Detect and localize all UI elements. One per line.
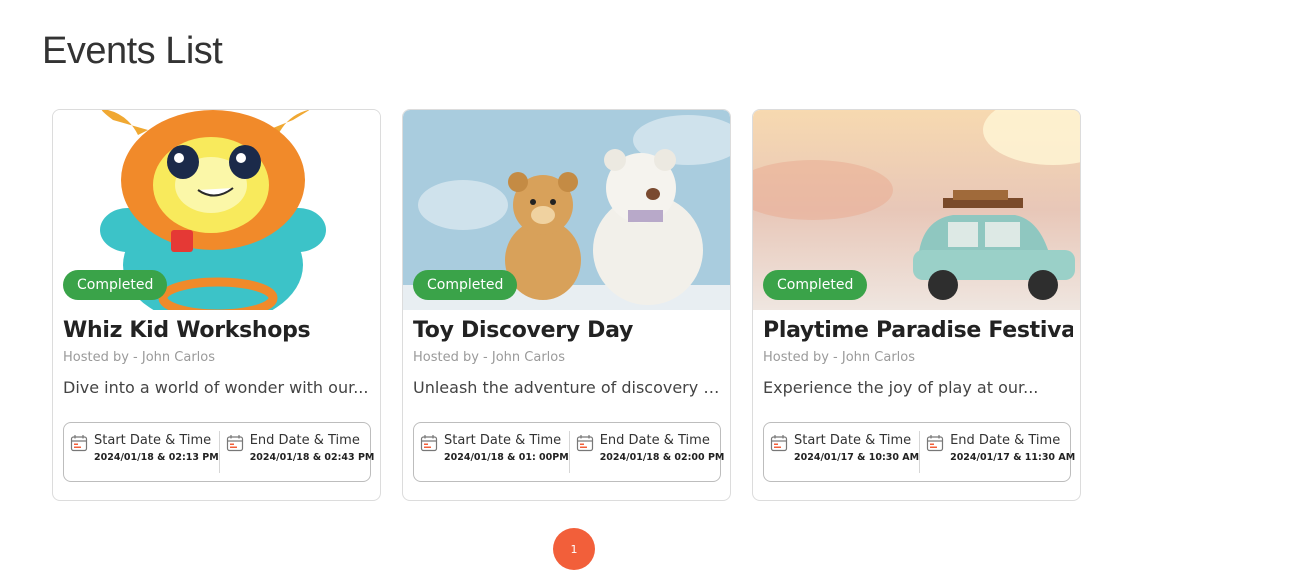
event-description: Unleash the adventure of discovery a... bbox=[413, 378, 723, 397]
event-host: Hosted by - John Carlos bbox=[413, 350, 566, 365]
end-date-value: 2024/01/18 & 02:00 PM bbox=[599, 452, 725, 463]
event-card[interactable]: Completed Playtime Paradise Festival Hos… bbox=[752, 109, 1081, 501]
event-dates: Start Date & Time 2024/01/18 & 02:13 PM … bbox=[63, 422, 374, 482]
status-badge: Completed bbox=[413, 270, 518, 300]
end-date-value: 2024/01/18 & 02:43 PM bbox=[249, 452, 375, 463]
page-title: Events List bbox=[42, 30, 223, 72]
start-date-label: Start Date & Time bbox=[444, 433, 562, 448]
event-dates: Start Date & Time 2024/01/17 & 10:30 AM … bbox=[763, 422, 1075, 482]
event-description: Dive into a world of wonder with our... bbox=[63, 378, 369, 397]
calendar-icon bbox=[420, 435, 438, 452]
calendar-icon bbox=[770, 435, 788, 452]
event-description: Experience the joy of play at our... bbox=[763, 378, 1039, 397]
end-date: End Date & Time 2024/01/18 & 02:00 PM bbox=[568, 431, 725, 473]
start-date: Start Date & Time 2024/01/18 & 01: 00PM bbox=[414, 423, 569, 481]
end-date-label: End Date & Time bbox=[249, 433, 360, 448]
status-badge: Completed bbox=[763, 270, 868, 300]
start-date-label: Start Date & Time bbox=[794, 433, 912, 448]
event-host: Hosted by - John Carlos bbox=[763, 350, 916, 365]
end-date-value: 2024/01/17 & 11:30 AM bbox=[950, 452, 1076, 463]
event-host: Hosted by - John Carlos bbox=[63, 350, 216, 365]
start-date: Start Date & Time 2024/01/17 & 10:30 AM bbox=[764, 423, 919, 481]
page-1-button[interactable]: 1 bbox=[553, 528, 595, 570]
event-cards: Completed Whiz Kid Workshops Hosted by -… bbox=[52, 109, 1081, 501]
end-date-label: End Date & Time bbox=[599, 433, 710, 448]
calendar-icon bbox=[70, 435, 88, 452]
pagination: 1 bbox=[553, 528, 595, 570]
status-badge: Completed bbox=[63, 270, 168, 300]
event-card[interactable]: Completed Whiz Kid Workshops Hosted by -… bbox=[52, 109, 381, 501]
start-date: Start Date & Time 2024/01/18 & 02:13 PM bbox=[64, 423, 219, 481]
calendar-icon bbox=[226, 435, 243, 452]
event-title[interactable]: Playtime Paradise Festival bbox=[763, 318, 1073, 343]
event-title[interactable]: Toy Discovery Day bbox=[413, 318, 723, 343]
event-card[interactable]: Completed Toy Discovery Day Hosted by - … bbox=[402, 109, 731, 501]
calendar-icon bbox=[576, 435, 593, 452]
calendar-icon bbox=[926, 435, 944, 452]
start-date-label: Start Date & Time bbox=[94, 433, 212, 448]
end-date: End Date & Time 2024/01/18 & 02:43 PM bbox=[218, 431, 375, 473]
end-date: End Date & Time 2024/01/17 & 11:30 AM bbox=[919, 431, 1075, 473]
event-dates: Start Date & Time 2024/01/18 & 01: 00PM … bbox=[413, 422, 724, 482]
start-date-value: 2024/01/18 & 02:13 PM bbox=[94, 452, 219, 463]
end-date-label: End Date & Time bbox=[950, 433, 1061, 448]
start-date-value: 2024/01/18 & 01: 00PM bbox=[444, 452, 569, 463]
start-date-value: 2024/01/17 & 10:30 AM bbox=[794, 452, 920, 463]
event-title[interactable]: Whiz Kid Workshops bbox=[63, 318, 373, 343]
